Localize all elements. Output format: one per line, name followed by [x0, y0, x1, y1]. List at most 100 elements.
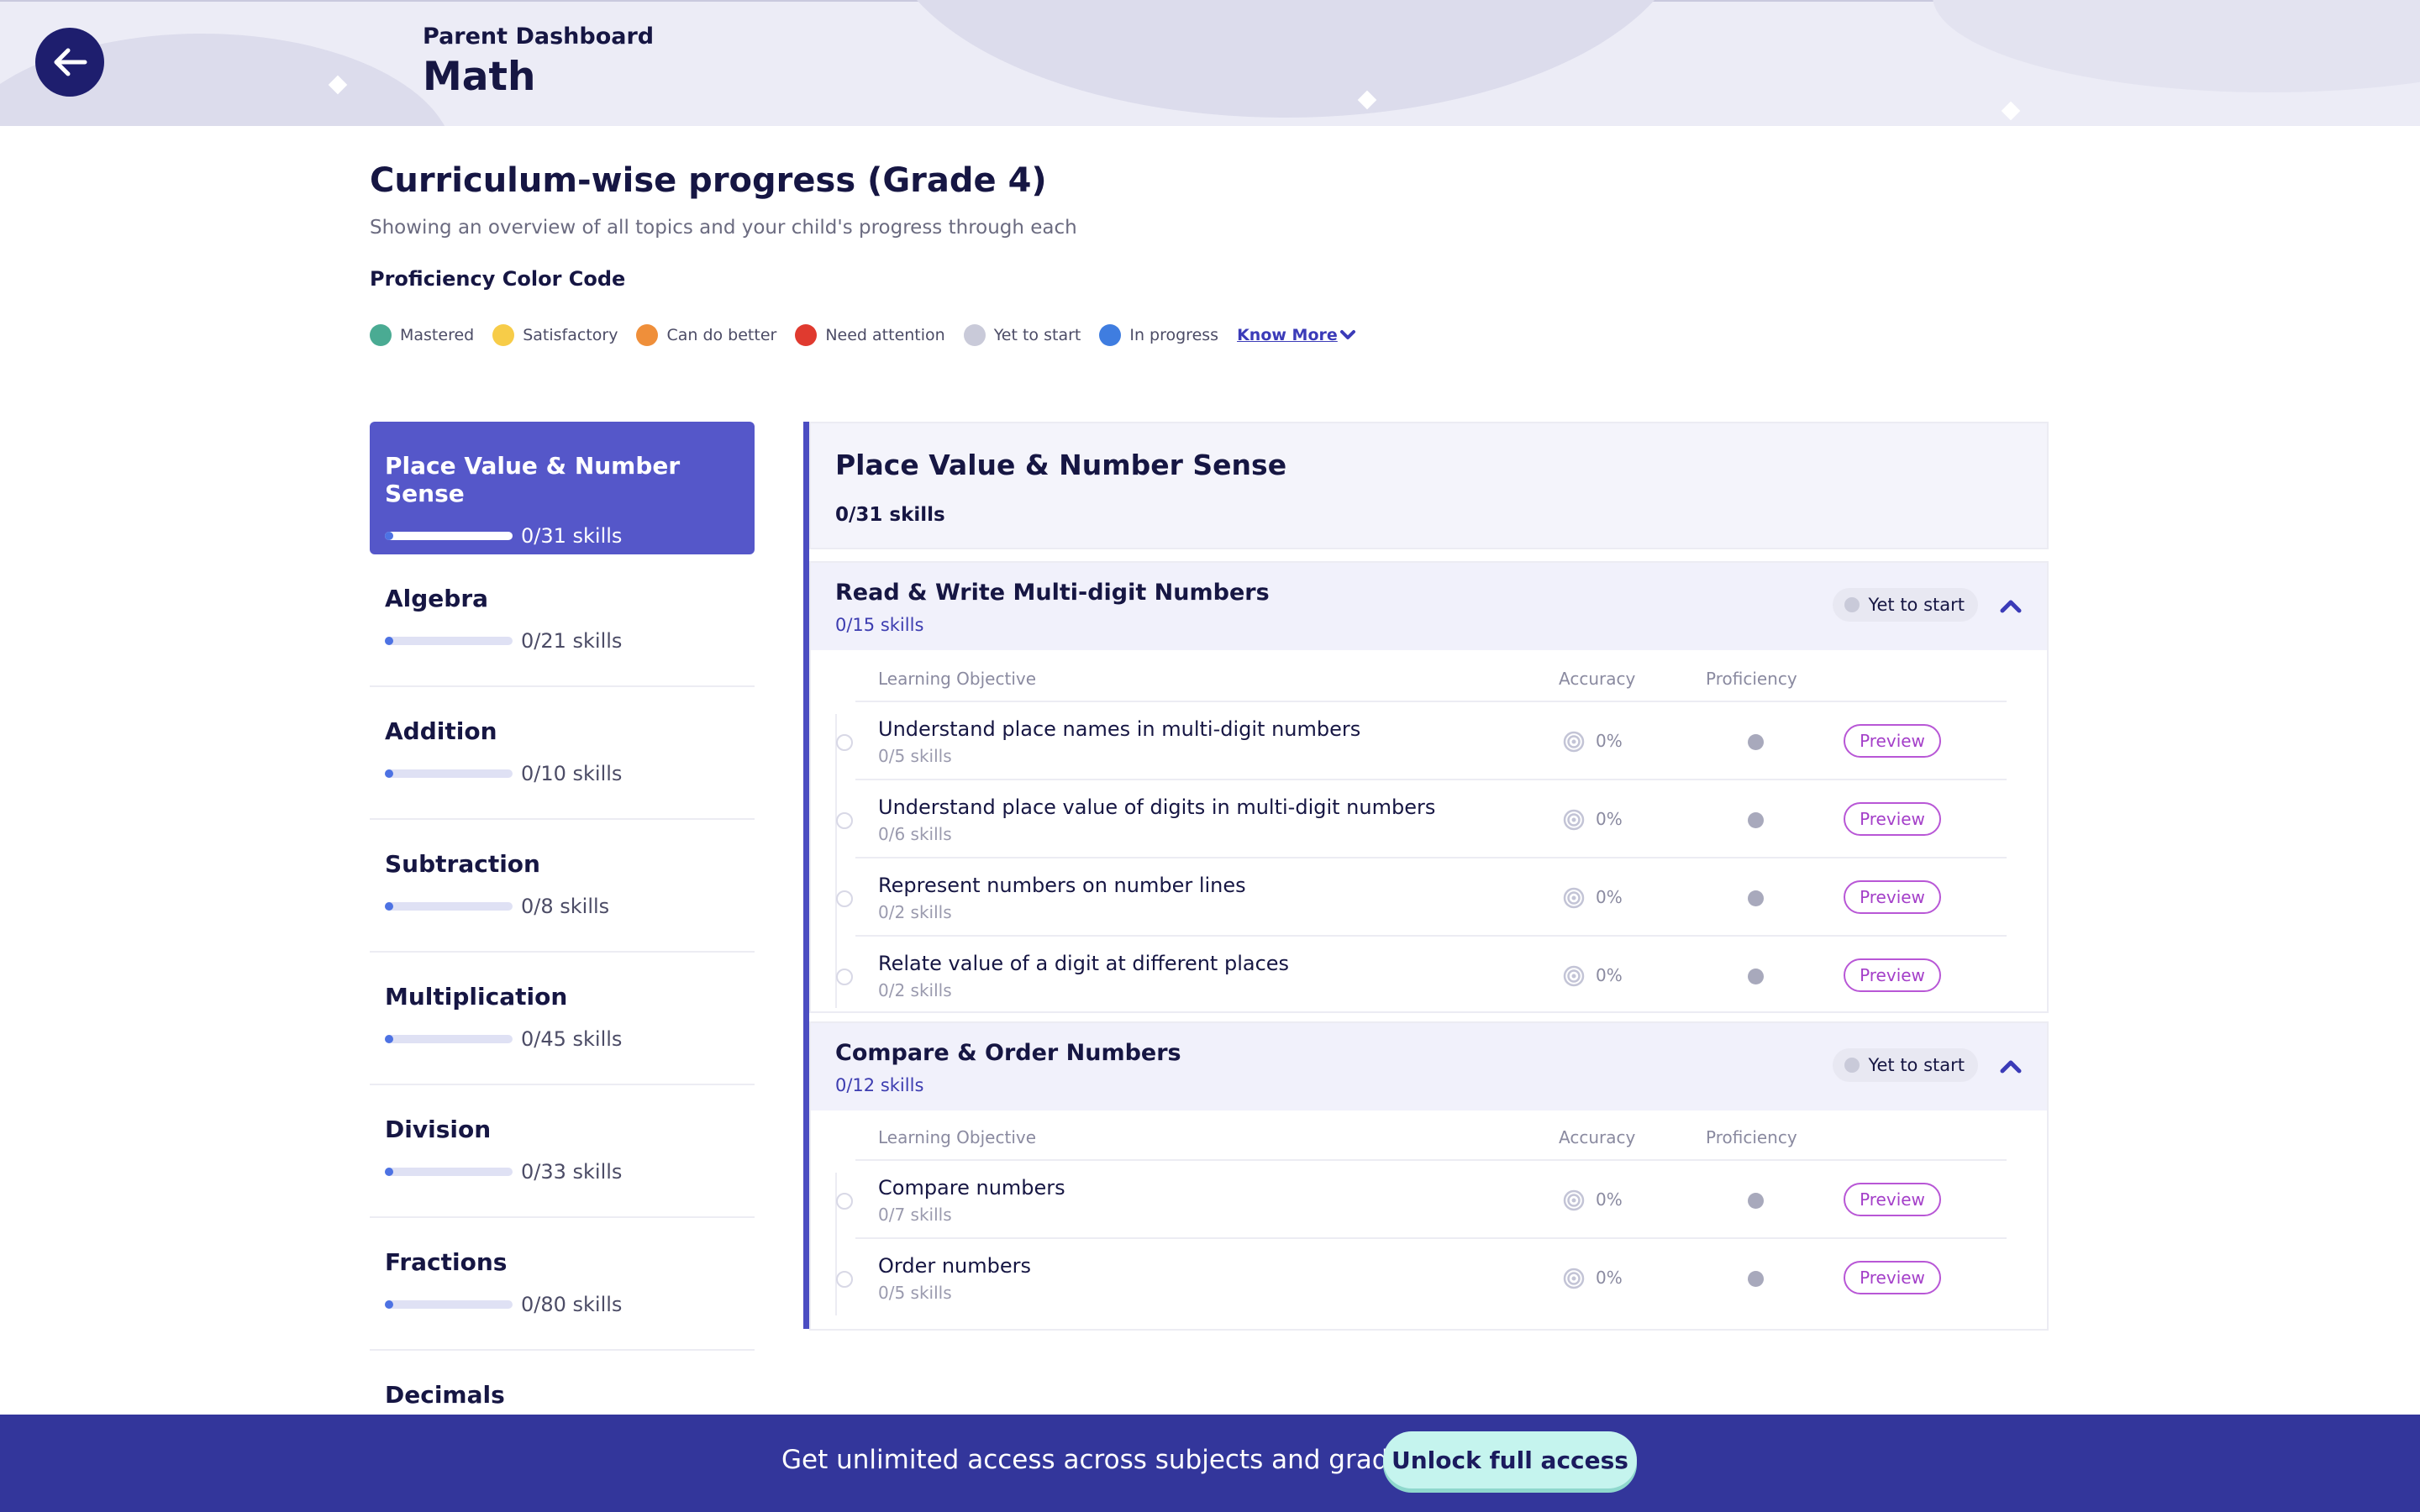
row-radio[interactable] [836, 1271, 853, 1288]
legend-label: Mastered [400, 326, 475, 344]
topic-name: Place Value & Number Sense [385, 452, 681, 507]
proficiency-dot [1748, 1193, 1764, 1209]
header-subtitle: Parent Dashboard [423, 24, 655, 50]
row-radio[interactable] [836, 969, 853, 985]
objective-skill-count: 0/7 skills [878, 1205, 952, 1225]
objective-skill-count: 0/5 skills [878, 746, 952, 766]
column-header-proficiency: Proficiency [1706, 669, 1797, 689]
legend-item-in-progress: In progress [1099, 324, 1218, 346]
accuracy-value: 0% [1596, 1189, 1623, 1210]
upgrade-banner: Get unlimited access across subjects and… [0, 1415, 2420, 1512]
panel-title: Place Value & Number Sense [835, 449, 1287, 481]
progress-fill [385, 637, 393, 645]
row-connector-line [835, 1173, 837, 1315]
accuracy-value: 0% [1596, 1268, 1623, 1288]
progress-fill [385, 769, 393, 778]
section-header[interactable]: Read & Write Multi-digit Numbers 0/15 sk… [811, 563, 2047, 650]
legend-item-mastered: Mastered [370, 324, 474, 346]
topic-sidebar: Place Value & Number Sense 0/31 skills A… [370, 422, 755, 1413]
topic-fractions[interactable]: Fractions 0/80 skills [370, 1218, 755, 1351]
header-wave-shape [1933, 0, 2420, 92]
objective-skill-count: 0/2 skills [878, 902, 952, 922]
topic-detail-panel: Place Value & Number Sense 0/31 skills R… [803, 422, 2049, 1331]
topic-skill-count: 0/31 skills [521, 524, 623, 548]
preview-button[interactable]: Preview [1844, 880, 1941, 914]
topic-name: Algebra [385, 585, 489, 612]
topic-name: Fractions [385, 1248, 508, 1276]
topic-subtraction[interactable]: Subtraction 0/8 skills [370, 820, 755, 953]
preview-button[interactable]: Preview [1844, 1183, 1941, 1216]
topic-division[interactable]: Division 0/33 skills [370, 1085, 755, 1218]
table-row: Understand place names in multi-digit nu… [836, 701, 2007, 778]
column-header-accuracy: Accuracy [1559, 1127, 1636, 1147]
proficiency-dot [1748, 734, 1764, 750]
topic-name: Decimals [385, 1381, 505, 1409]
proficiency-legend: Mastered Satisfactory Can do better Need… [370, 323, 1356, 348]
table-row: Relate value of a digit at different pla… [836, 935, 2007, 1012]
objective-title: Compare numbers [878, 1176, 1065, 1200]
topic-progress: 0/31 skills [385, 524, 739, 548]
row-radio[interactable] [836, 812, 853, 829]
topic-algebra[interactable]: Algebra 0/21 skills [370, 554, 755, 687]
objective-skill-count: 0/5 skills [878, 1283, 952, 1303]
collapse-toggle[interactable] [1998, 1053, 2023, 1079]
progress-fill [385, 1035, 393, 1043]
legend-item-need-attention: Need attention [795, 324, 945, 346]
table-row: Understand place value of digits in mult… [836, 779, 2007, 856]
column-header-objective: Learning Objective [878, 1127, 1037, 1147]
chevron-up-icon [2000, 1060, 2022, 1074]
page-subtitle: Showing an overview of all topics and yo… [370, 217, 1077, 239]
progress-fill [385, 532, 393, 540]
table-row: Order numbers 0/5 skills 0% Preview [836, 1237, 2007, 1315]
status-dot [1844, 597, 1860, 612]
topic-skill-count: 0/45 skills [521, 1027, 623, 1051]
topic-addition[interactable]: Addition 0/10 skills [370, 687, 755, 820]
preview-button[interactable]: Preview [1844, 802, 1941, 836]
section-title: Compare & Order Numbers [835, 1040, 1181, 1066]
status-label: Yet to start [1868, 595, 1965, 615]
accuracy-target-icon [1563, 1268, 1585, 1289]
section-header[interactable]: Compare & Order Numbers 0/12 skills Yet … [811, 1023, 2047, 1110]
topic-name: Subtraction [385, 850, 540, 878]
topic-skill-count: 0/10 skills [521, 762, 623, 785]
know-more-link[interactable]: Know More [1237, 326, 1356, 344]
topic-multiplication[interactable]: Multiplication 0/45 skills [370, 953, 755, 1085]
arrow-left-icon [54, 48, 87, 76]
collapse-toggle[interactable] [1998, 593, 2023, 618]
row-radio[interactable] [836, 1193, 853, 1210]
proficiency-dot [1748, 812, 1764, 828]
row-radio[interactable] [836, 734, 853, 751]
legend-dot [492, 324, 515, 346]
topic-skill-count: 0/80 skills [521, 1293, 623, 1316]
column-header-proficiency: Proficiency [1706, 1127, 1797, 1147]
header-title: Math [423, 54, 536, 100]
section-skill-count: 0/12 skills [835, 1075, 924, 1095]
topic-progress: 0/8 skills [385, 895, 739, 918]
section-read-write: Read & Write Multi-digit Numbers 0/15 sk… [809, 561, 2049, 1013]
progress-bar [385, 1168, 513, 1176]
topic-progress: 0/21 skills [385, 629, 739, 653]
objective-skill-count: 0/2 skills [878, 980, 952, 1000]
legend-dot [795, 324, 818, 346]
section-skill-count: 0/15 skills [835, 615, 924, 635]
chevron-down-icon [1339, 330, 1355, 339]
row-radio[interactable] [836, 890, 853, 907]
decor-diamond [2001, 101, 2021, 121]
accuracy-target-icon [1563, 731, 1585, 753]
accuracy-value: 0% [1596, 809, 1623, 829]
unlock-full-access-button[interactable]: Unlock full access [1383, 1431, 1637, 1488]
preview-button[interactable]: Preview [1844, 1261, 1941, 1294]
legend-label: Satisfactory [523, 326, 618, 344]
preview-button[interactable]: Preview [1844, 958, 1941, 992]
progress-fill [385, 1168, 393, 1176]
status-label: Yet to start [1868, 1055, 1965, 1075]
accuracy-value: 0% [1596, 887, 1623, 907]
preview-button[interactable]: Preview [1844, 724, 1941, 758]
topic-place-value[interactable]: Place Value & Number Sense 0/31 skills [370, 422, 755, 554]
accuracy-value: 0% [1596, 965, 1623, 985]
objective-title: Represent numbers on number lines [878, 874, 1246, 897]
topic-decimals[interactable]: Decimals [370, 1351, 755, 1413]
legend-label: Yet to start [993, 326, 1081, 344]
back-button[interactable] [35, 28, 104, 97]
chevron-up-icon [2000, 600, 2022, 613]
